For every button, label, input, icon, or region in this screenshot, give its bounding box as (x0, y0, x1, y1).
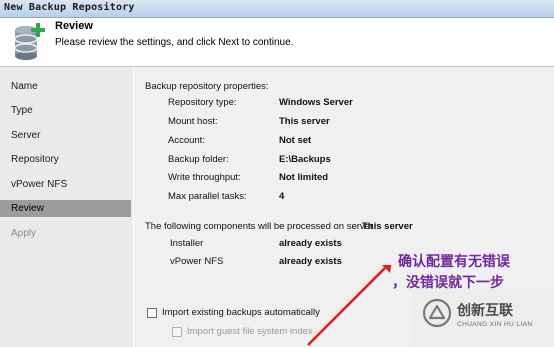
import-index-label: Import guest file system index (187, 326, 313, 337)
property-value: Windows Server (279, 97, 353, 108)
property-value: This server (279, 116, 330, 127)
new-backup-repository-window: New Backup Repository Review Please revi… (0, 0, 554, 347)
sidebar-item-server[interactable]: Server (0, 127, 131, 144)
property-value: 4 (279, 191, 285, 202)
component-name: Installer (170, 238, 204, 249)
components-heading: The following components will be process… (145, 221, 374, 232)
database-add-icon (14, 23, 45, 60)
sidebar-item-review[interactable]: Review (0, 200, 131, 217)
window-title: New Backup Repository (4, 2, 135, 13)
sidebar-item-type[interactable]: Type (0, 102, 131, 119)
property-value: Not limited (279, 172, 329, 183)
import-index-checkbox (172, 327, 182, 337)
components-server: This server (362, 221, 413, 232)
property-label: Max parallel tasks: (168, 191, 247, 202)
property-label: Mount host: (168, 116, 218, 127)
page-subtitle: Please review the settings, and click Ne… (55, 37, 294, 48)
property-label: Account: (168, 135, 205, 146)
wizard-header: Review Please review the settings, and c… (0, 18, 554, 67)
wizard-steps-sidebar: Name Type Server Repository vPower NFS R… (0, 67, 133, 347)
component-name: vPower NFS (170, 256, 224, 267)
component-status: already exists (279, 238, 342, 249)
title-bar[interactable]: New Backup Repository (0, 0, 554, 18)
sidebar-item-name[interactable]: Name (0, 78, 131, 95)
property-label: Repository type: (168, 97, 237, 108)
page-title: Review (55, 20, 93, 32)
property-value: E:\Backups (279, 154, 331, 165)
import-backups-label[interactable]: Import existing backups automatically (162, 307, 320, 318)
property-label: Backup folder: (168, 154, 229, 165)
import-backups-checkbox[interactable] (147, 308, 157, 318)
sidebar-item-vpower-nfs[interactable]: vPower NFS (0, 176, 131, 193)
property-label: Write throughput: (168, 172, 241, 183)
sidebar-item-apply: Apply (11, 228, 37, 239)
property-value: Not set (279, 135, 312, 146)
annotation-arrow-icon (307, 265, 392, 346)
properties-heading: Backup repository properties: (145, 81, 269, 92)
sidebar-item-repository[interactable]: Repository (0, 151, 131, 168)
